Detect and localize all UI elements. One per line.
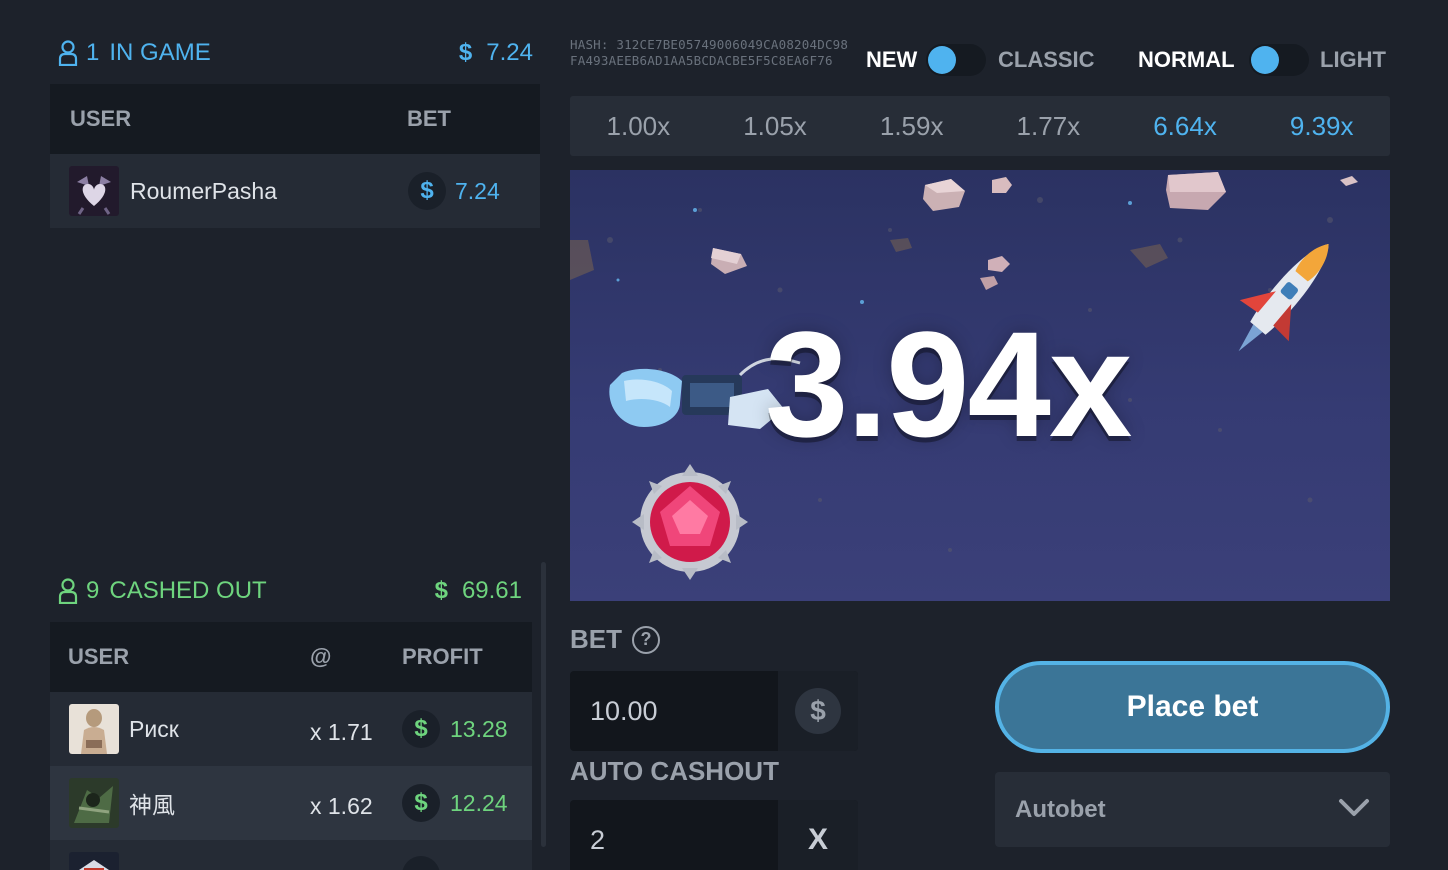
dollar-coin-icon: $ bbox=[402, 710, 440, 748]
avatar bbox=[69, 852, 119, 870]
column-profit: PROFIT bbox=[402, 644, 483, 669]
bet-amount: 7.24 bbox=[455, 177, 500, 204]
history-item[interactable]: 9.39x bbox=[1253, 111, 1390, 142]
bets-table-header: USER BET bbox=[50, 84, 540, 154]
column-at: @ bbox=[310, 644, 332, 669]
toggle-normal-label: NORMAL bbox=[1138, 47, 1235, 72]
toggle-new-label: NEW bbox=[866, 47, 918, 72]
toggle-knob bbox=[928, 46, 956, 74]
dollar-icon: $ bbox=[458, 39, 473, 66]
current-multiplier: 3.94x bbox=[765, 300, 1132, 468]
bet-label-group: BET ? bbox=[570, 624, 660, 655]
table-row-partial[interactable] bbox=[50, 840, 532, 870]
auto-cashout-field[interactable]: X bbox=[570, 800, 858, 870]
autobet-dropdown[interactable]: Autobet bbox=[995, 772, 1390, 847]
avatar bbox=[69, 704, 119, 754]
dollar-coin-icon: $ bbox=[408, 172, 446, 210]
autobet-label: Autobet bbox=[1015, 795, 1106, 823]
cashed-out-total: $ 69.61 bbox=[435, 577, 522, 605]
new-classic-toggle[interactable] bbox=[926, 44, 986, 76]
history-item[interactable]: 1.05x bbox=[707, 111, 844, 142]
dollar-icon: $ bbox=[434, 577, 448, 604]
dollar-coin-icon bbox=[402, 856, 440, 870]
multiplier-x-label: X bbox=[807, 823, 828, 856]
cashed-out-count: 9 bbox=[86, 577, 100, 604]
cashed-out-label: CASHED OUT bbox=[109, 577, 267, 604]
user-icon bbox=[58, 40, 78, 66]
in-game-count: 1 bbox=[86, 39, 100, 66]
bet-currency-suffix: $ bbox=[778, 671, 858, 751]
column-bet: BET bbox=[407, 106, 451, 131]
cashout-multiplier: x 1.62 bbox=[310, 793, 373, 819]
chevron-down-icon bbox=[1338, 797, 1370, 826]
cashout-multiplier: x 1.71 bbox=[310, 719, 373, 745]
dollar-coin-icon: $ bbox=[402, 784, 440, 822]
in-game-summary: 1 IN GAME $ 7.24 bbox=[58, 38, 533, 68]
auto-cashout-label: AUTO CASHOUT bbox=[570, 756, 779, 786]
in-game-total: $ 7.24 bbox=[459, 39, 533, 67]
normal-light-toggle[interactable] bbox=[1249, 44, 1309, 76]
user-name: 神風 bbox=[129, 792, 175, 818]
scrollbar[interactable] bbox=[541, 562, 546, 847]
place-bet-button[interactable]: Place bet bbox=[995, 661, 1390, 753]
toggle-classic-label: CLASSIC bbox=[998, 47, 1095, 72]
user-icon bbox=[58, 578, 78, 604]
profit-amount: 13.28 bbox=[450, 715, 508, 742]
multiplier-history: 1.00x 1.05x 1.59x 1.77x 6.64x 9.39x bbox=[570, 96, 1390, 156]
avatar bbox=[69, 166, 119, 216]
avatar bbox=[69, 778, 119, 828]
bet-label: BET bbox=[570, 624, 622, 654]
column-user: USER bbox=[68, 644, 130, 669]
user-name: RoumerPasha bbox=[130, 177, 278, 204]
table-row[interactable]: RoumerPasha $ 7.24 bbox=[50, 154, 540, 228]
help-icon[interactable]: ? bbox=[632, 625, 660, 654]
dollar-coin-icon: $ bbox=[795, 688, 841, 734]
auto-cashout-input[interactable] bbox=[570, 824, 778, 856]
cashout-table-header: USER @ PROFIT bbox=[50, 622, 532, 692]
history-item[interactable]: 1.59x bbox=[843, 111, 980, 142]
column-user: USER bbox=[70, 106, 132, 131]
history-item[interactable]: 1.00x bbox=[570, 111, 707, 142]
toggle-light-label: LIGHT bbox=[1320, 47, 1386, 72]
bet-amount-input[interactable] bbox=[570, 695, 778, 727]
game-canvas: 3.94x bbox=[570, 170, 1390, 601]
profit-amount: 12.24 bbox=[450, 789, 508, 816]
cashed-out-summary: 9 CASHED OUT $ 69.61 bbox=[58, 576, 522, 606]
bet-amount-field[interactable]: $ bbox=[570, 671, 858, 751]
user-name: Риск bbox=[129, 715, 179, 742]
in-game-amount: 7.24 bbox=[486, 39, 533, 66]
table-row[interactable]: Риск x 1.71 $ 13.28 bbox=[50, 692, 532, 766]
table-row[interactable]: 神風 x 1.62 $ 12.24 bbox=[50, 766, 532, 840]
cashed-out-amount: 69.61 bbox=[461, 577, 522, 604]
history-item[interactable]: 6.64x bbox=[1117, 111, 1254, 142]
in-game-label: IN GAME bbox=[109, 39, 211, 66]
toggle-knob bbox=[1251, 46, 1279, 74]
history-item[interactable]: 1.77x bbox=[980, 111, 1117, 142]
auto-cashout-suffix: X bbox=[778, 800, 858, 870]
round-hash: HASH: 312CE7BE05749006049CA08204DC98FA49… bbox=[570, 37, 849, 68]
